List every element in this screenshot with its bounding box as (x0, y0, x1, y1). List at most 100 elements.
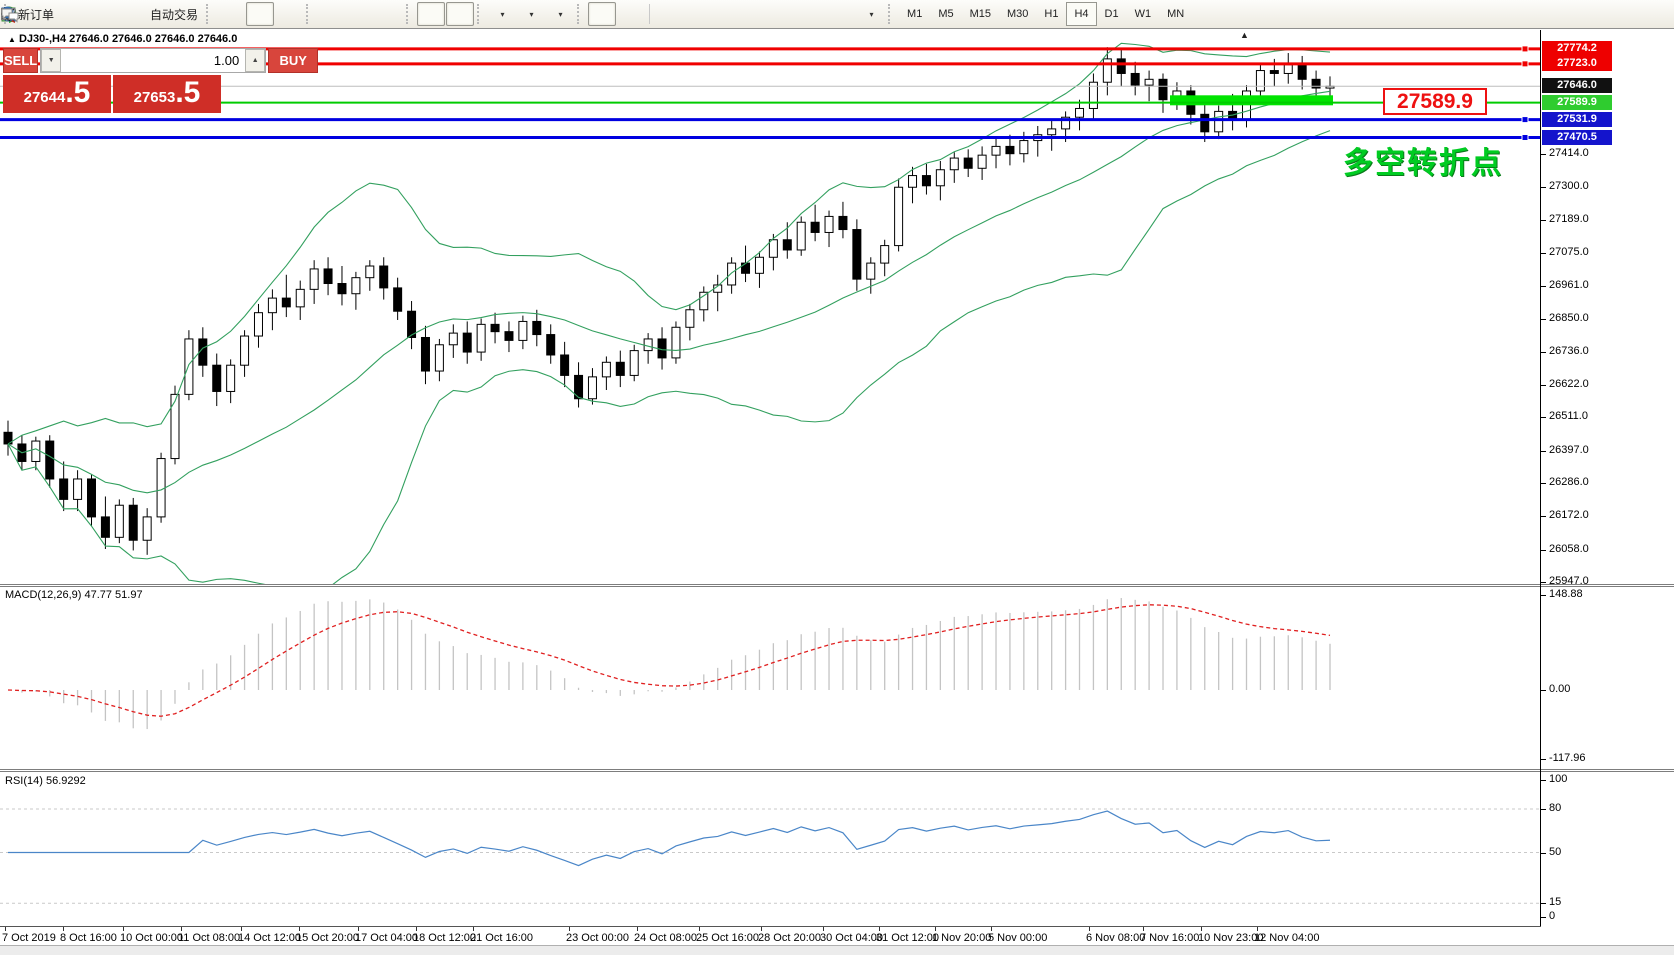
zoom-out-button[interactable] (346, 2, 374, 26)
pivot-note-text[interactable]: 多空转折点 (1343, 138, 1503, 182)
candle-body (895, 187, 903, 245)
toolbar-grip (888, 4, 894, 24)
timeframe-button-m15[interactable]: M15 (962, 2, 999, 26)
candle-body (227, 365, 235, 391)
candle-body (547, 335, 555, 355)
templates-button[interactable]: ▾ (546, 2, 574, 26)
candle-body (1284, 65, 1292, 74)
volume-decrease-button[interactable]: ▼ (41, 49, 61, 72)
price-axis-border (1540, 30, 1541, 926)
new-order-label: 新订单 (18, 6, 56, 23)
candle-body (87, 479, 95, 517)
timeframe-button-d1[interactable]: D1 (1097, 2, 1127, 26)
line-anchor (1522, 61, 1528, 67)
time-axis-label: 1 Nov 20:00 (932, 932, 991, 944)
time-tick-mark (123, 927, 124, 931)
collapse-arrow-icon[interactable]: ▲ (8, 35, 16, 44)
auto-scroll-button[interactable] (417, 2, 445, 26)
price-axis-tick: 26511.0 (1549, 410, 1588, 422)
text-tool[interactable]: A (799, 2, 827, 26)
text-label-tool[interactable]: T (828, 2, 856, 26)
vertical-line-tool[interactable] (654, 2, 682, 26)
timeframe-button-w1[interactable]: W1 (1127, 2, 1160, 26)
time-axis-label: 25 Oct 16:00 (696, 932, 759, 944)
axis-tick-mark (1541, 853, 1546, 854)
bar-chart-button[interactable] (217, 2, 245, 26)
axis-tick-mark (1541, 154, 1546, 155)
equidistant-channel-tool[interactable]: E (741, 2, 769, 26)
fibonacci-tool[interactable]: F (770, 2, 798, 26)
templates-caret-icon: ▾ (559, 10, 563, 19)
sell-price-display[interactable]: 27644 .5 (3, 75, 111, 113)
timeframe-button-h1[interactable]: H1 (1036, 2, 1066, 26)
time-axis-label: 31 Oct 12:00 (876, 932, 939, 944)
signals-button[interactable] (118, 2, 146, 26)
buy-button[interactable]: BUY (268, 48, 318, 73)
volume-input[interactable] (61, 49, 245, 72)
candlestick-chart-button[interactable] (246, 2, 274, 26)
price-axis-tick: 26736.0 (1549, 345, 1589, 357)
candle-body (1159, 79, 1167, 99)
sell-button[interactable]: SELL (3, 48, 38, 73)
macd-panel[interactable] (0, 587, 1540, 769)
candle-body (296, 289, 304, 307)
toolbar-separator (649, 4, 650, 24)
axis-tick-mark (1541, 595, 1546, 596)
mql-community-button[interactable] (60, 2, 88, 26)
new-order-button[interactable]: 新订单 (15, 2, 59, 26)
chat-icon[interactable] (0, 5, 20, 23)
axis-tick-mark (1541, 917, 1546, 918)
line-anchor (1522, 117, 1528, 123)
time-axis-label: 5 Nov 00:00 (988, 932, 1047, 944)
timeframe-button-m1[interactable]: M1 (899, 2, 930, 26)
time-tick-mark (935, 927, 936, 931)
candle-body (282, 298, 290, 307)
rsi-scale-tick: 15 (1549, 896, 1561, 908)
axis-tick-mark (1541, 550, 1546, 551)
trendline-tool[interactable] (712, 2, 740, 26)
time-tick-mark (1201, 927, 1202, 931)
candle-body (463, 333, 471, 352)
time-axis-label: 14 Oct 12:00 (238, 932, 301, 944)
zoom-in-button[interactable] (317, 2, 345, 26)
line-chart-button[interactable] (275, 2, 303, 26)
time-axis-label: 11 Oct 08:00 (178, 932, 240, 944)
profile-button[interactable] (89, 2, 117, 26)
rsi-panel[interactable] (0, 772, 1540, 926)
pivot-price-label[interactable]: 27589.9 (1383, 88, 1487, 115)
buy-price-display[interactable]: 27653 .5 (113, 75, 221, 113)
price-axis-tick: 26286.0 (1549, 476, 1589, 488)
toolbar-grip (577, 4, 583, 24)
scroll-to-end-marker[interactable]: ▲ (1240, 30, 1249, 40)
chart-shift-button[interactable] (446, 2, 474, 26)
crosshair-button[interactable] (617, 2, 645, 26)
candle-body (630, 351, 638, 376)
indicators-button[interactable]: ▾ (488, 2, 516, 26)
toolbar-grip (406, 4, 412, 24)
timeframe-button-m30[interactable]: M30 (999, 2, 1036, 26)
candle-body (533, 321, 541, 334)
timeframe-button-mn[interactable]: MN (1159, 2, 1192, 26)
price-axis-tick: 27300.0 (1549, 180, 1589, 192)
time-axis[interactable]: 7 Oct 20198 Oct 16:0010 Oct 00:0011 Oct … (0, 927, 1674, 945)
timeframe-button-h4[interactable]: H4 (1066, 2, 1096, 26)
horizontal-line-tool[interactable] (683, 2, 711, 26)
periods-button[interactable]: ▾ (517, 2, 545, 26)
volume-increase-button[interactable]: ▲ (245, 49, 265, 72)
time-tick-mark (991, 927, 992, 931)
auto-trading-button[interactable]: 自动交易 (147, 2, 203, 26)
timeframe-button-m5[interactable]: M5 (930, 2, 961, 26)
toolbar-grip (477, 4, 483, 24)
cursor-button[interactable] (588, 2, 616, 26)
symbol-period-label: DJ30-,H4 (19, 33, 66, 45)
arrows-tool[interactable]: ▾ (857, 2, 885, 26)
candle-body (602, 362, 610, 377)
candle-body (672, 327, 680, 358)
axis-tick-mark (1541, 516, 1546, 517)
time-axis-label: 24 Oct 08:00 (634, 932, 697, 944)
axis-tick-mark (1541, 582, 1546, 583)
tile-windows-button[interactable] (375, 2, 403, 26)
candle-body (338, 284, 346, 294)
candle-body (797, 222, 805, 250)
main-chart[interactable] (0, 30, 1540, 584)
